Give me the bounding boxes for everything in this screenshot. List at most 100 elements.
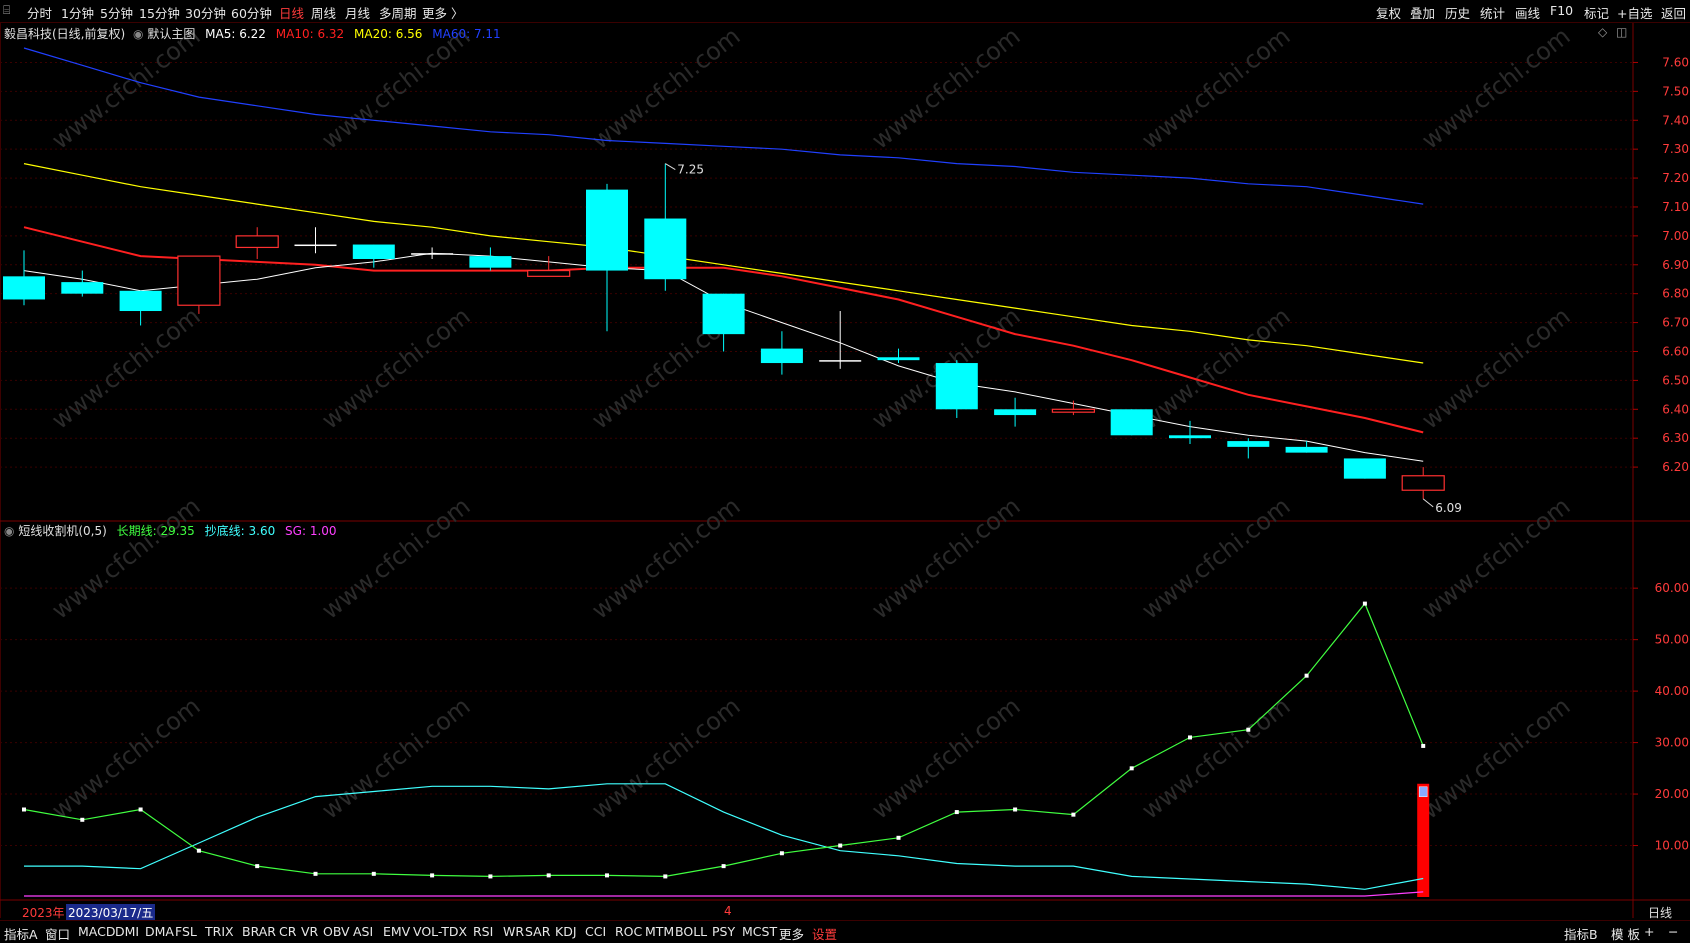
stock-label: 毅昌科技(日线,前复权) bbox=[4, 27, 126, 41]
indicator-tab-0[interactable]: 指标A bbox=[4, 924, 38, 943]
fuquan-button[interactable]: 复权 bbox=[1376, 3, 1401, 22]
month-marker: 4 bbox=[724, 904, 732, 918]
indicator-tabbar: 指标A 窗口 MACD DMI DMA FSL TRIX BRAR CR VR OBV ASI EMV V… bbox=[0, 920, 1690, 943]
period-weekly[interactable]: 周线 bbox=[311, 3, 336, 22]
watermark-text: www.cfchi.com bbox=[46, 692, 205, 825]
indicator-tab-5[interactable]: FSL bbox=[175, 924, 197, 939]
indicator-tab-9[interactable]: VR bbox=[301, 924, 318, 939]
period-5min[interactable]: 5分钟 bbox=[100, 3, 133, 22]
indicator-tab-24[interactable]: 更多 bbox=[779, 924, 804, 943]
long-line-point bbox=[22, 807, 26, 812]
back-button[interactable]: 返回 bbox=[1661, 3, 1686, 22]
history-button[interactable]: 历史 bbox=[1445, 3, 1470, 22]
right-tab-3[interactable]: − bbox=[1668, 924, 1678, 939]
watermark-text: www.cfchi.com bbox=[1136, 22, 1295, 155]
right-tab-2[interactable]: + bbox=[1644, 924, 1654, 939]
year-label: 2023年 bbox=[22, 906, 65, 920]
indicator-tab-13[interactable]: VOL-TDX bbox=[413, 924, 467, 939]
stats-button[interactable]: 统计 bbox=[1480, 3, 1505, 22]
long-line-point bbox=[1246, 727, 1251, 732]
price-tick-label: 6.20 bbox=[1662, 460, 1689, 474]
price-tick-label: 6.50 bbox=[1662, 373, 1689, 387]
indicator-tab-18[interactable]: CCI bbox=[585, 924, 606, 939]
indicator-tab-23[interactable]: MCST bbox=[742, 924, 777, 939]
watermark-text: www.cfchi.com bbox=[1416, 692, 1575, 825]
indicator-tab-21[interactable]: BOLL bbox=[675, 924, 707, 939]
watermark-text: www.cfchi.com bbox=[46, 492, 205, 625]
indicator-tab-6[interactable]: TRIX bbox=[205, 924, 234, 939]
right-tab-1[interactable]: 模 板 bbox=[1611, 924, 1640, 943]
right-tab-0[interactable]: 指标B bbox=[1564, 924, 1598, 943]
indicator-tab-22[interactable]: PSY bbox=[712, 924, 735, 939]
diamond-icon[interactable]: ◇ bbox=[1598, 25, 1607, 39]
long-line-point bbox=[1129, 766, 1134, 771]
indicator-tab-15[interactable]: WR bbox=[503, 924, 524, 939]
indicator-tab-20[interactable]: MTM bbox=[645, 924, 674, 939]
watermark-text: www.cfchi.com bbox=[1416, 22, 1575, 155]
candle-body bbox=[1227, 441, 1270, 447]
period-1min[interactable]: 1分钟 bbox=[61, 3, 94, 22]
long-line bbox=[23, 602, 1424, 878]
indicator-tab-12[interactable]: EMV bbox=[383, 924, 410, 939]
indicator-tab-2[interactable]: MACD bbox=[78, 924, 115, 939]
candle-body bbox=[644, 218, 687, 280]
draw-button[interactable]: 画线 bbox=[1515, 3, 1540, 22]
indicator-tick-label: 50.00 bbox=[1655, 633, 1689, 647]
indicator-tick-label: 30.00 bbox=[1655, 736, 1689, 750]
indicator-tab-4[interactable]: DMA bbox=[145, 924, 174, 939]
indicator-tab-1[interactable]: 窗口 bbox=[45, 924, 70, 943]
indicator-name[interactable]: 短线收割机(0,5) bbox=[18, 524, 106, 538]
window-menu-icon[interactable]: ⌸ bbox=[3, 3, 10, 18]
indicator-legend: ◉ 短线收割机(0,5) 长期线: 29.35 抄底线: 3.60 SG: 1.… bbox=[4, 522, 337, 539]
cursor-date: 2023/03/17/五 bbox=[66, 904, 156, 921]
candle-body bbox=[61, 282, 104, 294]
overlay-button[interactable]: 叠加 bbox=[1410, 3, 1435, 22]
indicator-tab-10[interactable]: OBV bbox=[323, 924, 350, 939]
indicator-tab-25[interactable]: 设置 bbox=[812, 924, 837, 943]
price-tick-label: 6.30 bbox=[1662, 431, 1689, 445]
dip-line-label: 抄底线: 3.60 bbox=[204, 524, 276, 538]
period-monthly[interactable]: 月线 bbox=[345, 3, 370, 22]
candle-body bbox=[1343, 458, 1386, 479]
indicator-tab-14[interactable]: RSI bbox=[473, 924, 493, 939]
low-marker: 6.09 bbox=[1435, 501, 1462, 515]
watermark-text: www.cfchi.com bbox=[866, 22, 1025, 155]
period-fenshi[interactable]: 分时 bbox=[27, 3, 52, 22]
period-15min[interactable]: 15分钟 bbox=[139, 3, 180, 22]
indicator-tab-11[interactable]: ASI bbox=[353, 924, 373, 939]
price-tick-label: 7.00 bbox=[1662, 229, 1689, 243]
watermark-text: www.cfchi.com bbox=[316, 492, 475, 625]
period-60min[interactable]: 60分钟 bbox=[231, 3, 272, 22]
template-label[interactable]: 默认主图 bbox=[147, 27, 195, 41]
period-30min[interactable]: 30分钟 bbox=[185, 3, 226, 22]
long-line-point bbox=[430, 873, 435, 878]
indicator-tab-16[interactable]: SAR bbox=[525, 924, 550, 939]
indicator-tab-17[interactable]: KDJ bbox=[555, 924, 577, 939]
candle-body bbox=[819, 360, 862, 362]
price-tick-label: 7.50 bbox=[1662, 84, 1689, 98]
indicator-tab-7[interactable]: BRAR bbox=[242, 924, 276, 939]
period-more[interactable]: 更多 〉 bbox=[422, 3, 463, 22]
maximize-icon[interactable]: ◫ bbox=[1616, 25, 1627, 39]
indicator-tab-8[interactable]: CR bbox=[279, 924, 296, 939]
period-toolbar: ⌸ 分时 1分钟 5分钟 15分钟 30分钟 60分钟 日线 周线 月线 多周期… bbox=[0, 0, 1690, 23]
period-daily[interactable]: 日线 bbox=[279, 3, 304, 22]
indicator-tab-3[interactable]: DMI bbox=[115, 924, 139, 939]
add-watchlist-button[interactable]: +自选 bbox=[1617, 3, 1652, 22]
mark-button[interactable]: 标记 bbox=[1584, 3, 1609, 22]
price-tick-label: 7.60 bbox=[1662, 55, 1689, 69]
chart-area[interactable]: www.cfchi.com www.cfchi.com www.cfchi.com w… bbox=[0, 0, 1690, 940]
indicator-tick-label: 60.00 bbox=[1655, 581, 1689, 595]
ma60-label: MA60: 7.11 bbox=[432, 27, 501, 41]
template-dropdown-icon[interactable]: ◉ bbox=[133, 27, 143, 41]
long-line-point bbox=[896, 835, 901, 840]
indicator-dropdown-icon[interactable]: ◉ bbox=[4, 524, 14, 538]
period-multi[interactable]: 多周期 bbox=[379, 3, 417, 22]
price-tick-label: 6.80 bbox=[1662, 287, 1689, 301]
price-tick-label: 7.10 bbox=[1662, 200, 1689, 214]
long-line-point bbox=[663, 874, 668, 879]
indicator-tab-19[interactable]: ROC bbox=[615, 924, 642, 939]
long-line-point bbox=[80, 817, 85, 822]
f10-button[interactable]: F10 bbox=[1550, 3, 1573, 18]
candle-body bbox=[760, 348, 803, 364]
